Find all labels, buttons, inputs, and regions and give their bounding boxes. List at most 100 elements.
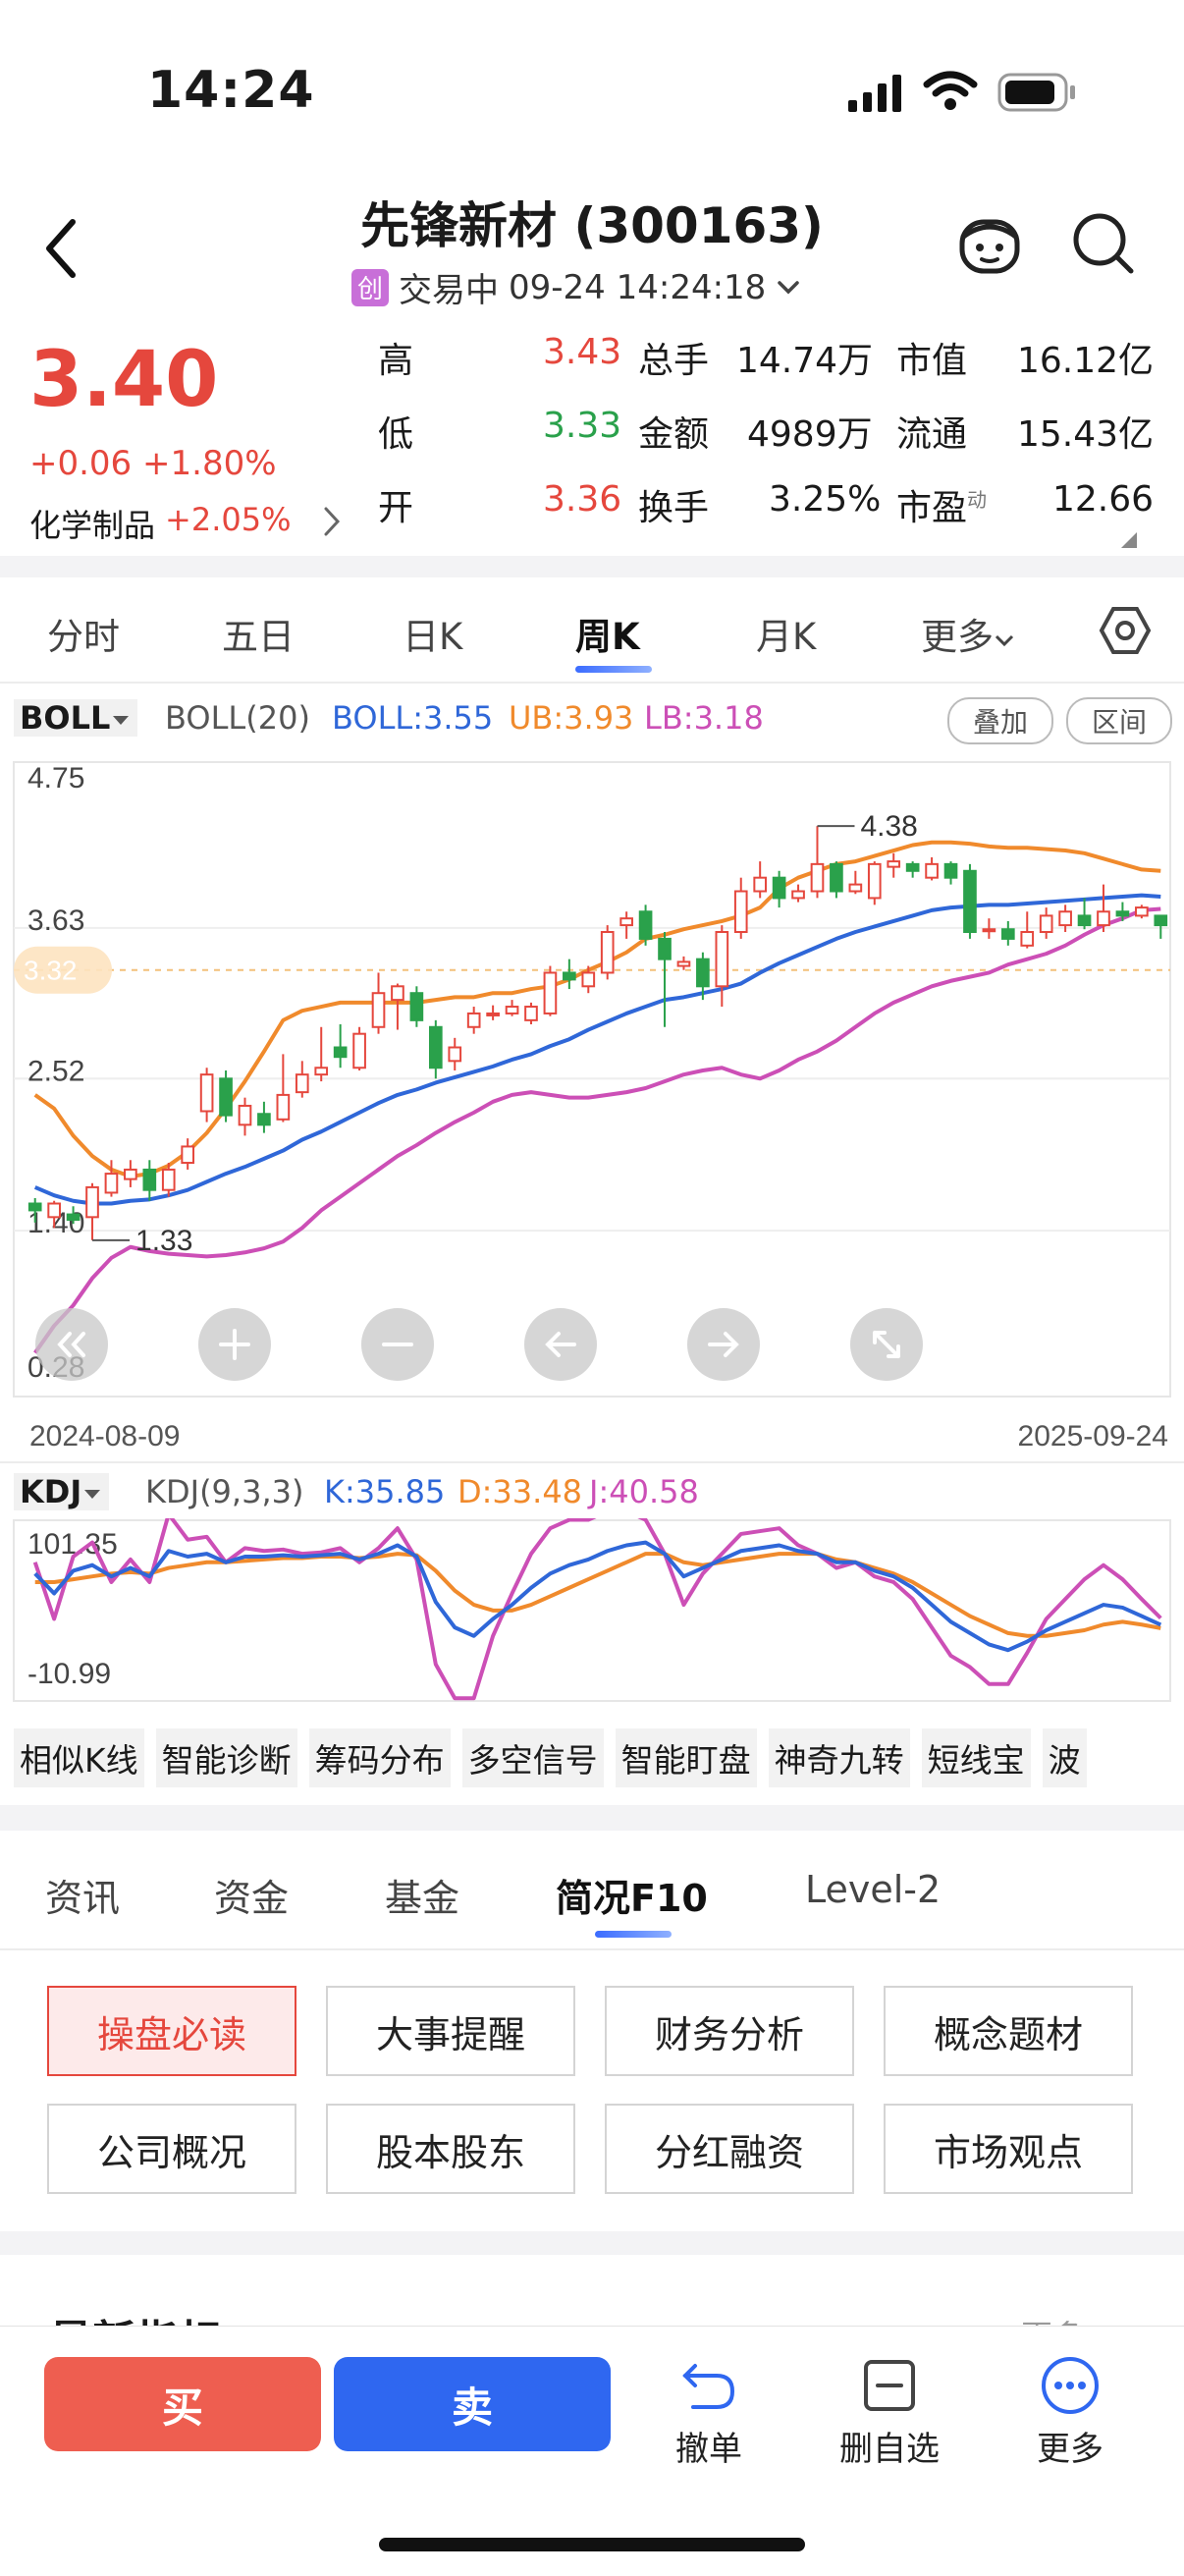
- boll-lower-line: [33, 906, 1161, 1354]
- candle-body: [295, 1073, 309, 1094]
- tool-long-short-signal[interactable]: 多空信号: [461, 1728, 604, 1787]
- fullscreen-icon[interactable]: [850, 1308, 923, 1381]
- boll-ub-value: UB:3.93: [509, 699, 634, 737]
- candle-body: [199, 1073, 214, 1113]
- robot-assistant-icon[interactable]: [954, 208, 1025, 283]
- signal-icon: [846, 73, 905, 116]
- kdj-k-value: K:35.85: [324, 1473, 446, 1510]
- tab-funds[interactable]: 基金: [385, 1868, 459, 1922]
- remove-watchlist-icon: [831, 2355, 948, 2416]
- remove-watchlist-button[interactable]: 删自选: [831, 2355, 948, 2470]
- tool-magic-nine[interactable]: 神奇九转: [768, 1728, 910, 1787]
- quote-row-high: 高 3.43 总手 14.74万 市值 16.12亿: [378, 332, 1154, 406]
- candle-body: [753, 876, 768, 893]
- candle-body: [696, 958, 710, 988]
- label-volume: 总手: [638, 341, 710, 381]
- tool-wave[interactable]: 波: [1042, 1728, 1087, 1787]
- tool-chip-distribution[interactable]: 筹码分布: [308, 1728, 451, 1787]
- value-high: 3.43: [543, 332, 622, 372]
- search-icon[interactable]: [1070, 210, 1137, 283]
- boll-params: BOLL(20): [165, 699, 310, 737]
- candle-body: [772, 876, 786, 900]
- pan-left-icon[interactable]: [524, 1308, 597, 1381]
- rewind-icon[interactable]: [35, 1308, 108, 1381]
- f10-company-profile[interactable]: 公司概况: [47, 2104, 296, 2194]
- candle-body: [219, 1077, 233, 1117]
- tool-similar-k[interactable]: 相似K线: [14, 1728, 144, 1787]
- boll-lb-value: LB:3.18: [644, 699, 764, 737]
- min-price-label: 1.33: [135, 1225, 192, 1257]
- sell-button[interactable]: 卖: [334, 2357, 611, 2451]
- label-mktcap: 市值: [896, 341, 968, 381]
- candle-body: [142, 1168, 157, 1191]
- tool-smart-watch[interactable]: 智能盯盘: [615, 1728, 757, 1787]
- kdj-d-value: D:33.48: [457, 1473, 583, 1510]
- f10-concepts[interactable]: 概念题材: [884, 1986, 1133, 2076]
- pan-right-icon[interactable]: [687, 1308, 760, 1381]
- candle-body: [1115, 910, 1130, 917]
- candle-body: [257, 1113, 271, 1126]
- trading-status[interactable]: 创 交易中 09-24 14:24:18: [351, 263, 801, 311]
- tab-f10[interactable]: 简况F10: [556, 1868, 708, 1922]
- buy-button[interactable]: 买: [44, 2357, 321, 2451]
- tab-more[interactable]: 更多: [921, 607, 1015, 660]
- candle-body: [371, 992, 386, 1028]
- tab-weekly-k[interactable]: 周K: [575, 607, 640, 660]
- label-pe: 市盈动: [896, 479, 987, 530]
- tab-news[interactable]: 资讯: [45, 1868, 120, 1922]
- divider: [0, 1948, 1184, 1950]
- tab-timeshare[interactable]: 分时: [47, 607, 120, 660]
- candle-body: [314, 1067, 329, 1076]
- tab-monthly-k[interactable]: 月K: [756, 607, 816, 660]
- label-float: 流通: [896, 414, 968, 455]
- indicator-select-kdj[interactable]: KDJ: [14, 1473, 110, 1510]
- candle-body: [848, 883, 863, 893]
- zoom-out-icon[interactable]: [361, 1308, 434, 1381]
- boll-mid-value: BOLL:3.55: [332, 699, 494, 737]
- zoom-in-icon[interactable]: [198, 1308, 271, 1381]
- tab-more-label: 更多: [921, 616, 994, 658]
- indicator-select-boll[interactable]: BOLL: [14, 699, 138, 737]
- kdj-frame: [13, 1519, 1171, 1702]
- more-button[interactable]: 更多: [1011, 2355, 1129, 2470]
- tool-short-term[interactable]: 短线宝: [921, 1728, 1031, 1787]
- change-amount: +0.06: [29, 444, 133, 483]
- tab-daily-k[interactable]: 日K: [403, 607, 462, 660]
- remove-watchlist-label: 删自选: [839, 2430, 940, 2469]
- candle-body: [466, 1012, 481, 1028]
- expand-corner-icon[interactable]: [1119, 530, 1139, 554]
- f10-shareholders[interactable]: 股本股东: [326, 2104, 575, 2194]
- kdj-chart[interactable]: 101.35-10.99: [0, 1518, 1184, 1703]
- candle-body: [181, 1145, 195, 1165]
- quote-row-open: 开 3.36 换手 3.25% 市盈动 12.66: [378, 479, 1154, 553]
- tool-smart-diagnosis[interactable]: 智能诊断: [155, 1728, 297, 1787]
- candle-body: [238, 1104, 252, 1126]
- trade-datetime: 09-24 14:24:18: [509, 267, 767, 307]
- f10-trading-must-read[interactable]: 操盘必读: [47, 1986, 296, 2076]
- kdj-j-value: J:40.58: [589, 1473, 699, 1510]
- divider: [0, 682, 1184, 684]
- f10-financial-analysis[interactable]: 财务分析: [605, 1986, 854, 2076]
- range-button[interactable]: 区间: [1066, 697, 1172, 744]
- more-dots-icon: [1011, 2355, 1129, 2416]
- f10-market-views[interactable]: 市场观点: [884, 2104, 1133, 2194]
- f10-events[interactable]: 大事提醒: [326, 1986, 575, 2076]
- tab-funds-flow[interactable]: 资金: [214, 1868, 289, 1922]
- industry-link[interactable]: 化学制品 +2.05%: [29, 501, 344, 546]
- y-tick-label: 3.63: [27, 904, 84, 937]
- battery-icon: [997, 73, 1078, 116]
- value-amount: 4989万: [747, 414, 873, 455]
- cancel-order-button[interactable]: 撤单: [650, 2355, 768, 2470]
- tab-5day[interactable]: 五日: [222, 607, 295, 660]
- overlay-button[interactable]: 叠加: [947, 697, 1053, 744]
- f10-dividends[interactable]: 分红融资: [605, 2104, 854, 2194]
- change-percent: +1.80%: [142, 444, 277, 483]
- settings-hexagon-icon[interactable]: [1098, 603, 1153, 662]
- label-high: 高: [378, 341, 414, 381]
- candle-body: [676, 960, 691, 967]
- tab-level2[interactable]: Level-2: [805, 1868, 941, 1911]
- kdj-d-line: [34, 1552, 1161, 1638]
- chevron-down-icon: [995, 634, 1014, 647]
- max-price-label: 4.38: [860, 810, 917, 843]
- label-amount: 金额: [638, 414, 710, 455]
